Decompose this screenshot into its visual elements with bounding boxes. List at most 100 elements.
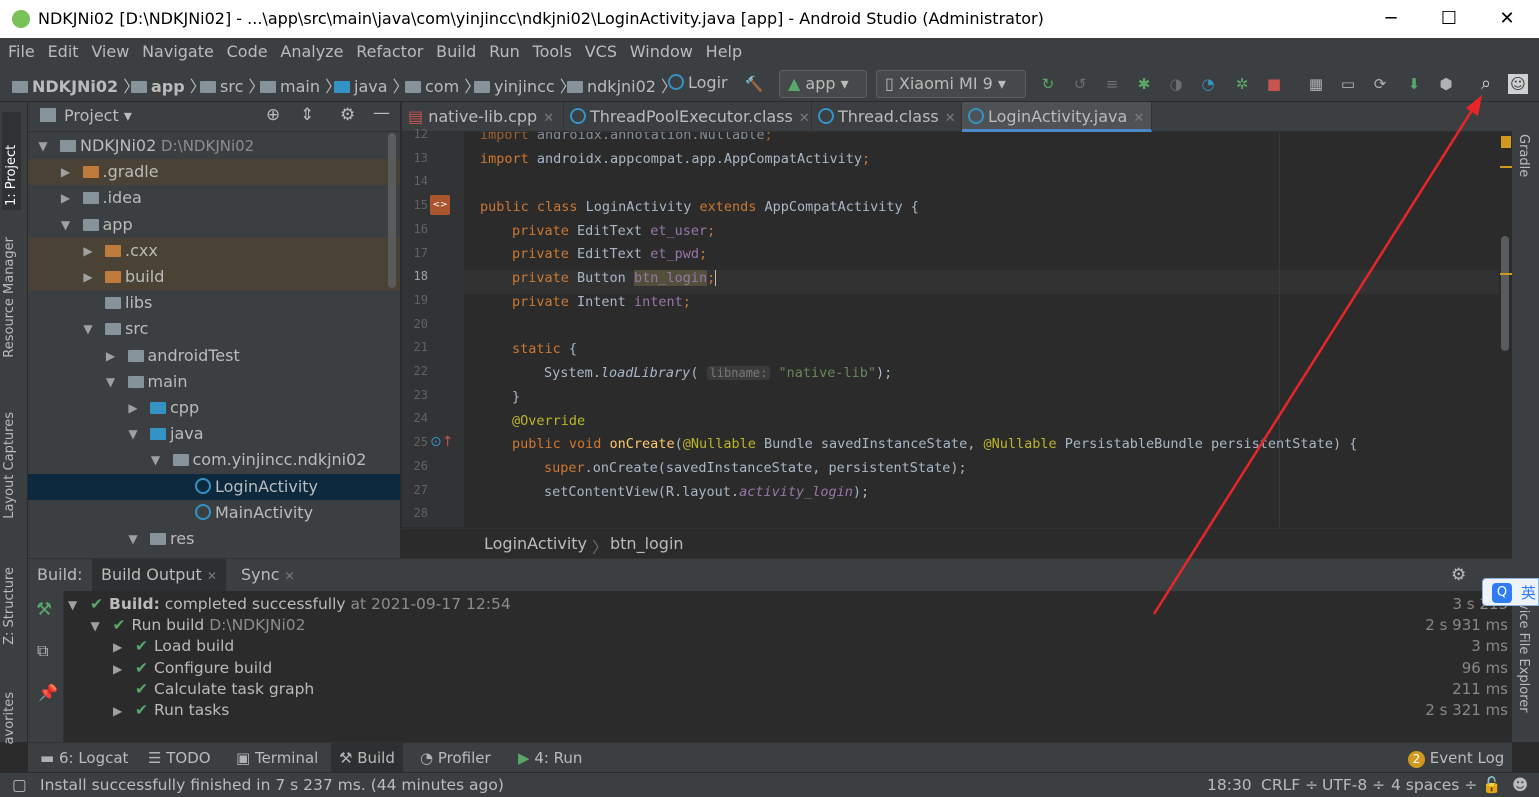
- tree-item[interactable]: ▼ src: [28, 316, 400, 342]
- tab-project[interactable]: 1: Project: [2, 112, 21, 210]
- tab-structure[interactable]: Z: Structure: [2, 567, 17, 645]
- apply-changes-icon[interactable]: ↺: [1070, 74, 1090, 94]
- tab-thread[interactable]: Thread.class ✕: [812, 102, 962, 132]
- expand-right-icon[interactable]: ▶: [59, 159, 73, 185]
- menu-vcs[interactable]: VCS: [585, 38, 617, 66]
- breadcrumb-java[interactable]: java 〉: [334, 73, 409, 97]
- menu-analyze[interactable]: Analyze: [280, 38, 343, 66]
- expand-right-icon[interactable]: ▶: [81, 238, 95, 264]
- apply-code-changes-icon[interactable]: ≡: [1102, 74, 1122, 94]
- build-tree-row[interactable]: ▶ ✔ Configure build: [113, 658, 272, 679]
- gear-icon[interactable]: ⚙: [340, 105, 355, 125]
- project-view-select[interactable]: Project ▾: [64, 106, 132, 125]
- menu-navigate[interactable]: Navigate: [142, 38, 214, 66]
- crumb-class[interactable]: LoginActivity: [484, 534, 587, 553]
- tree-item[interactable]: ▼ app: [28, 212, 400, 238]
- expand-icon[interactable]: ▶: [113, 659, 135, 680]
- status-message[interactable]: Install successfully finished in 7 s 237…: [40, 773, 504, 797]
- tab-logcat[interactable]: ▬ 6: Logcat: [40, 743, 128, 773]
- build-tree-row[interactable]: ▼ ✔ Run build D:\NDKJNi02: [91, 615, 306, 636]
- debug-icon[interactable]: ✱: [1134, 74, 1154, 94]
- file-encoding[interactable]: UTF-8 ÷: [1322, 773, 1385, 797]
- ime-widget[interactable]: Q 英: [1482, 578, 1539, 606]
- menu-help[interactable]: Help: [706, 38, 742, 66]
- expand-down-icon[interactable]: ▼: [104, 369, 118, 395]
- tree-item[interactable]: ▼ java: [28, 421, 400, 447]
- status-toggle-icon[interactable]: ▢: [12, 773, 27, 797]
- breadcrumb-yinjincc[interactable]: yinjincc 〉: [474, 73, 576, 97]
- build-tree-row[interactable]: ▶ ✔ Run tasks: [113, 700, 229, 721]
- expand-right-icon[interactable]: ▶: [126, 395, 140, 421]
- expand-down-icon[interactable]: ▼: [126, 526, 140, 552]
- run-config-select[interactable]: ▲ app ▾: [779, 70, 867, 98]
- profile-icon[interactable]: ◔: [1198, 74, 1218, 94]
- expand-icon[interactable]: ▶: [113, 637, 135, 658]
- indent-setting[interactable]: 4 spaces ÷: [1391, 773, 1477, 797]
- tab-threadpoolexecutor[interactable]: ThreadPoolExecutor.class ✕: [564, 102, 812, 132]
- tab-build[interactable]: ⚒ Build: [331, 743, 403, 773]
- stop-icon[interactable]: ■: [1264, 74, 1284, 94]
- caret-position[interactable]: 18:30: [1207, 773, 1252, 797]
- tab-build-output[interactable]: Build Output ✕: [92, 559, 226, 591]
- menu-code[interactable]: Code: [227, 38, 268, 66]
- menu-run[interactable]: Run: [489, 38, 520, 66]
- breadcrumb-src[interactable]: src 〉: [200, 73, 264, 97]
- close-window-button[interactable]: ✕: [1477, 0, 1537, 38]
- breadcrumb-ndkjni02[interactable]: ndkjni02 〉: [567, 73, 677, 97]
- expand-down-icon[interactable]: ▼: [149, 447, 163, 473]
- sdk-manager-icon[interactable]: ⬇: [1404, 74, 1424, 94]
- build-tree-row[interactable]: ▼ ✔ Build: completed successfully at 2021-…: [68, 594, 511, 615]
- tab-layout-captures[interactable]: Layout Captures: [2, 412, 17, 519]
- code-editor[interactable]: import androidx.annotation.Nullable; imp…: [464, 132, 1512, 527]
- expand-right-icon[interactable]: ▶: [81, 264, 95, 290]
- device-select[interactable]: ▯ Xiaomi MI 9 ▾: [876, 70, 1026, 98]
- tab-gradle[interactable]: Gradle: [1516, 134, 1531, 177]
- breadcrumb-app[interactable]: app 〉: [131, 73, 206, 97]
- rerun-icon[interactable]: ↻: [1038, 74, 1058, 94]
- tab-loginactivity[interactable]: LoginActivity.java ✕: [962, 102, 1152, 132]
- tab-device-file-explorer[interactable]: vice File Explorer: [1516, 602, 1531, 713]
- layout-icon[interactable]: <>: [430, 195, 450, 215]
- editor-scrollbar-thumb[interactable]: [1501, 236, 1509, 351]
- expand-right-icon[interactable]: ▶: [104, 343, 118, 369]
- breadcrumb-main[interactable]: main 〉: [260, 73, 341, 97]
- locate-icon[interactable]: ⊕: [266, 105, 280, 125]
- tree-item[interactable]: MainActivity: [28, 500, 400, 526]
- tree-item[interactable]: ▼ NDKJNi02 D:\NDKJNi02: [28, 133, 400, 159]
- avd-manager-icon[interactable]: ▭: [1338, 74, 1358, 94]
- tree-item[interactable]: ▶ androidTest: [28, 343, 400, 369]
- hide-panel-icon[interactable]: —: [373, 103, 390, 123]
- settings-gear-icon[interactable]: ⚙: [1451, 559, 1466, 591]
- expand-down-icon[interactable]: ▼: [36, 133, 50, 159]
- expand-right-icon[interactable]: ▶: [59, 185, 73, 211]
- menu-view[interactable]: View: [91, 38, 129, 66]
- project-structure-icon[interactable]: ▦: [1306, 74, 1326, 94]
- menu-edit[interactable]: Edit: [48, 38, 79, 66]
- tree-scrollbar[interactable]: [388, 133, 396, 288]
- tree-item[interactable]: LoginActivity: [28, 473, 400, 500]
- build-tree-row[interactable]: ▶ ✔ Load build: [113, 636, 234, 657]
- tab-terminal[interactable]: ▣ Terminal: [236, 743, 318, 773]
- hammer-icon[interactable]: 🔨: [744, 74, 764, 94]
- resource-icon[interactable]: ⬢: [1436, 74, 1456, 94]
- lock-icon[interactable]: 🔓: [1482, 773, 1501, 797]
- menu-build[interactable]: Build: [436, 38, 476, 66]
- tab-resource-manager[interactable]: Resource Manager: [2, 237, 17, 358]
- attach-debugger-icon[interactable]: ✲: [1232, 74, 1252, 94]
- tab-run[interactable]: ▶ 4: Run: [518, 743, 582, 773]
- sync-gradle-icon[interactable]: ⟳: [1370, 74, 1390, 94]
- menu-window[interactable]: Window: [630, 38, 693, 66]
- expand-down-icon[interactable]: ▼: [126, 421, 140, 447]
- menu-refactor[interactable]: Refactor: [356, 38, 423, 66]
- tab-event-log[interactable]: 2 Event Log: [1408, 743, 1504, 773]
- expand-icon[interactable]: ▼: [68, 595, 90, 616]
- tree-item[interactable]: ▶ .idea: [28, 185, 400, 211]
- minimize-button[interactable]: ─: [1361, 0, 1421, 38]
- menu-tools[interactable]: Tools: [533, 38, 572, 66]
- tree-item[interactable]: ▶ cpp: [28, 395, 400, 421]
- avatar[interactable]: ☺: [1508, 74, 1528, 94]
- build-hammer-icon[interactable]: ⚒: [36, 599, 52, 620]
- tree-item[interactable]: ▶ .cxx: [28, 237, 400, 264]
- build-tree-row[interactable]: ✔ Calculate task graph: [113, 679, 314, 700]
- expand-icon[interactable]: ▶: [113, 701, 135, 722]
